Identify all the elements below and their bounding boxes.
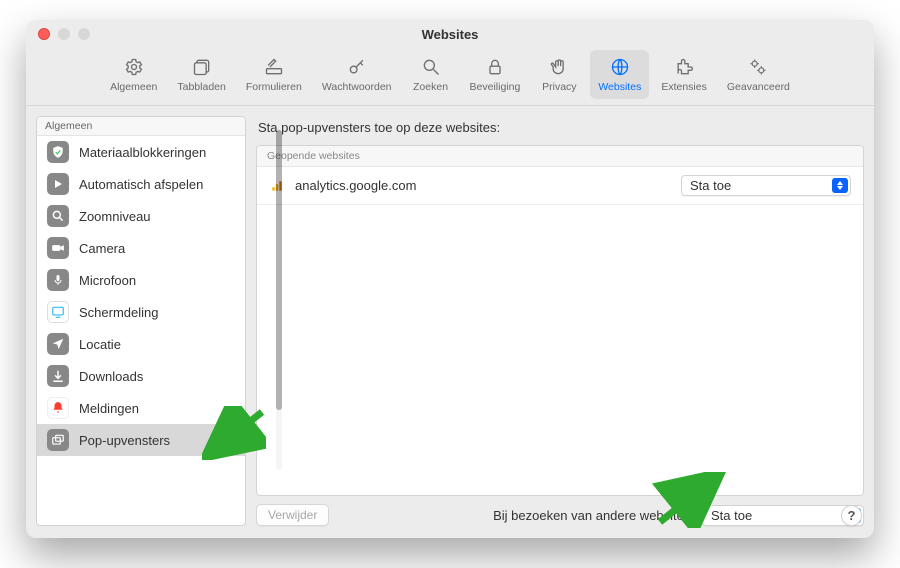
sidebar-item-downloads[interactable]: Downloads bbox=[37, 360, 245, 392]
key-icon bbox=[346, 57, 368, 77]
tab-advanced[interactable]: Geavanceerd bbox=[719, 50, 798, 99]
play-icon bbox=[47, 173, 69, 195]
help-button[interactable]: ? bbox=[841, 505, 862, 526]
sidebar-item-camera[interactable]: Camera bbox=[37, 232, 245, 264]
hand-icon bbox=[548, 57, 570, 77]
camera-icon bbox=[47, 237, 69, 259]
close-window-button[interactable] bbox=[38, 28, 50, 40]
site-permission-select[interactable]: Sta toe bbox=[681, 175, 851, 196]
chevron-updown-icon bbox=[832, 178, 848, 193]
sidebar-item-autoplay[interactable]: Automatisch afspelen bbox=[37, 168, 245, 200]
remove-button[interactable]: Verwijder bbox=[256, 504, 329, 526]
sidebar-item-popups[interactable]: Pop-upvensters bbox=[37, 424, 245, 456]
tab-security[interactable]: Beveiliging bbox=[462, 50, 529, 99]
main-pane: Sta pop-upvensters toe op deze websites:… bbox=[256, 116, 864, 526]
tab-tabs[interactable]: Tabbladen bbox=[169, 50, 233, 99]
tab-autofill[interactable]: Formulieren bbox=[238, 50, 310, 99]
tab-extensions[interactable]: Extensies bbox=[653, 50, 715, 99]
tab-search[interactable]: Zoeken bbox=[404, 50, 458, 99]
content-body: Algemeen Materiaalblokkeringen Automatis… bbox=[26, 106, 874, 538]
section-label-open-sites: Geopende websites bbox=[257, 146, 863, 167]
traffic-lights bbox=[38, 28, 90, 40]
microphone-icon bbox=[47, 269, 69, 291]
download-icon bbox=[47, 365, 69, 387]
sidebar-item-microphone[interactable]: Microfoon bbox=[37, 264, 245, 296]
tabs-icon bbox=[191, 57, 213, 77]
settings-sidebar: Algemeen Materiaalblokkeringen Automatis… bbox=[36, 116, 246, 526]
popup-windows-icon bbox=[47, 429, 69, 451]
tab-privacy[interactable]: Privacy bbox=[532, 50, 586, 99]
sidebar-item-notifications[interactable]: Meldingen bbox=[37, 392, 245, 424]
tab-passwords[interactable]: Wachtwoorden bbox=[314, 50, 400, 99]
bell-icon bbox=[47, 397, 69, 419]
minimize-window-button[interactable] bbox=[58, 28, 70, 40]
titlebar: Websites bbox=[26, 20, 874, 48]
window-title: Websites bbox=[26, 27, 874, 42]
pen-form-icon bbox=[263, 57, 285, 77]
other-sites-select[interactable]: Sta toe bbox=[702, 505, 864, 526]
gear-icon bbox=[123, 57, 145, 77]
search-icon bbox=[420, 57, 442, 77]
table-row[interactable]: analytics.google.com Sta toe bbox=[257, 167, 863, 205]
zoom-window-button[interactable] bbox=[78, 28, 90, 40]
tab-general[interactable]: Algemeen bbox=[102, 50, 165, 99]
location-arrow-icon bbox=[47, 333, 69, 355]
panel-footer: Verwijder Bij bezoeken van andere websit… bbox=[256, 504, 864, 526]
sidebar-scrollbar[interactable] bbox=[276, 130, 282, 470]
preferences-window: Websites Algemeen Tabbladen Formulieren … bbox=[26, 20, 874, 538]
sidebar-item-location[interactable]: Locatie bbox=[37, 328, 245, 360]
gears-icon bbox=[747, 57, 769, 77]
other-sites-label: Bij bezoeken van andere websites: bbox=[493, 508, 694, 523]
lock-icon bbox=[484, 57, 506, 77]
preferences-toolbar: Algemeen Tabbladen Formulieren Wachtwoor… bbox=[26, 48, 874, 106]
websites-panel: Geopende websites analytics.google.com S… bbox=[256, 145, 864, 496]
sidebar-item-zoom[interactable]: Zoomniveau bbox=[37, 200, 245, 232]
zoom-icon bbox=[47, 205, 69, 227]
sidebar-item-screen-sharing[interactable]: Schermdeling bbox=[37, 296, 245, 328]
site-domain: analytics.google.com bbox=[295, 178, 681, 193]
puzzle-icon bbox=[673, 57, 695, 77]
globe-icon bbox=[609, 57, 631, 77]
main-heading: Sta pop-upvensters toe op deze websites: bbox=[256, 116, 864, 145]
sidebar-item-content-blockers[interactable]: Materiaalblokkeringen bbox=[37, 136, 245, 168]
shield-check-icon bbox=[47, 141, 69, 163]
tab-websites[interactable]: Websites bbox=[590, 50, 649, 99]
display-icon bbox=[47, 301, 69, 323]
sidebar-section-header: Algemeen bbox=[37, 117, 245, 136]
